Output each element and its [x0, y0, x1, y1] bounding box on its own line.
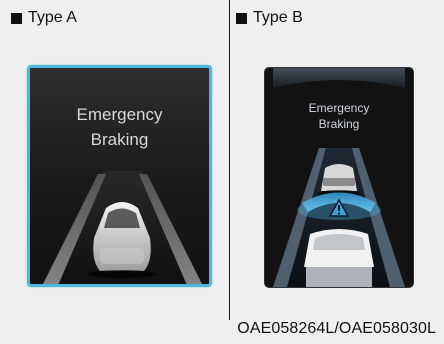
type-a-display: Emergency Braking [27, 65, 212, 287]
bullet-square-icon [11, 12, 22, 24]
message-line-1: Emergency [308, 101, 370, 115]
type-b-message: Emergency Braking [265, 100, 413, 132]
message-line-2: Braking [90, 130, 149, 149]
header-bar [273, 68, 405, 88]
type-a-message: Emergency Braking [30, 102, 209, 152]
message-line-2: Braking [318, 117, 360, 131]
own-vehicle-icon [304, 229, 374, 287]
type-a-label-text: Type A [28, 9, 77, 26]
image-reference-code: OAE058264L/OAE058030L [237, 320, 436, 337]
road-scene-a [43, 171, 202, 284]
type-b-label-text: Type B [253, 9, 303, 26]
type-b-display: Emergency Braking [265, 68, 413, 287]
type-a-label: Type A [11, 9, 77, 27]
bullet-square-icon [236, 12, 247, 24]
type-b-label: Type B [236, 9, 303, 27]
panel-divider [229, 0, 230, 320]
message-line-1: Emergency [76, 105, 163, 124]
